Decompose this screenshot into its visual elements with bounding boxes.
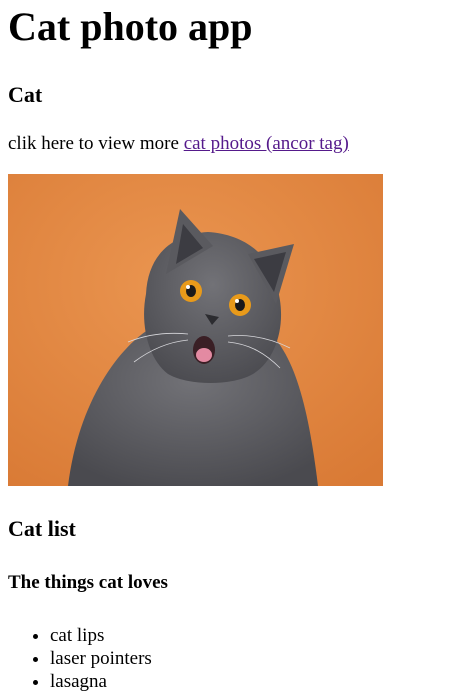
section-subheading-loves: The things cat loves (8, 572, 168, 593)
cat-loves-list: cat lips laser pointers lasagna (8, 624, 447, 693)
list-item: cat lips (50, 624, 447, 647)
intro-paragraph: clik here to view more cat photos (ancor… (8, 133, 447, 155)
cat-photo (8, 174, 383, 486)
cat-photos-link[interactable]: cat photos (ancor tag) (184, 133, 349, 154)
section-heading-cat-list: Cat list (8, 516, 76, 541)
intro-text: clik here to view more (8, 133, 184, 154)
page-title: Cat photo app (8, 4, 253, 49)
page: Cat photo app Cat clik here to view more… (0, 4, 455, 693)
section-heading-cat: Cat (8, 82, 43, 107)
list-item: lasagna (50, 670, 447, 693)
list-item: laser pointers (50, 647, 447, 670)
